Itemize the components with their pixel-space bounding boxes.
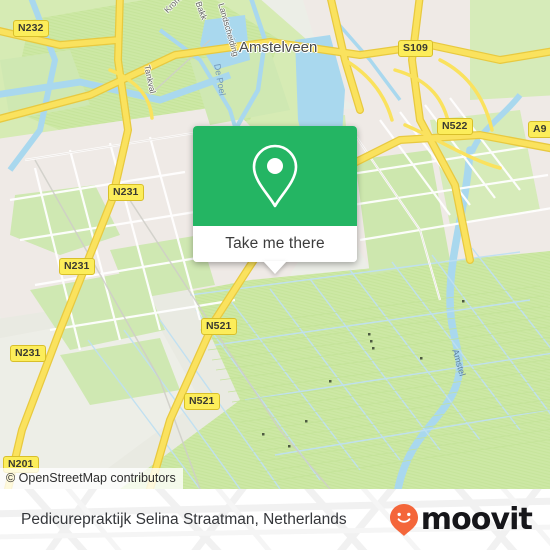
moovit-place-card: Amstelveen De Poel Amstel Kromme Bakk La… <box>0 0 550 550</box>
popup-action-area[interactable]: Take me there <box>193 226 357 262</box>
road-shield-n231-3[interactable]: N231 <box>10 345 46 362</box>
road-shield-s109[interactable]: S109 <box>398 40 433 57</box>
osm-attribution[interactable]: © OpenStreetMap contributors <box>0 468 183 489</box>
road-shield-n231-2[interactable]: N231 <box>59 258 95 275</box>
footer-bar: Pedicurepraktijk Selina Straatman, Nethe… <box>0 489 550 550</box>
place-label-amstelveen: Amstelveen <box>239 39 318 56</box>
road-shield-n521-1[interactable]: N521 <box>201 318 237 335</box>
place-popup-card[interactable]: Take me there <box>193 126 357 274</box>
moovit-wordmark: moovit <box>420 501 533 537</box>
road-shield-n232[interactable]: N232 <box>13 20 49 37</box>
moovit-logo[interactable]: moovit <box>389 501 533 537</box>
moovit-pin-smiley-icon <box>389 503 418 536</box>
map-pin-icon <box>252 144 298 208</box>
map-canvas[interactable]: Amstelveen De Poel Amstel Kromme Bakk La… <box>0 0 550 489</box>
road-shield-n231-1[interactable]: N231 <box>108 184 144 201</box>
page-title: Pedicurepraktijk Selina Straatman, Nethe… <box>21 510 347 528</box>
take-me-there-label: Take me there <box>225 235 325 252</box>
road-shield-a9[interactable]: A9 <box>528 121 550 138</box>
road-shield-n522[interactable]: N522 <box>437 118 473 135</box>
popup-tail <box>263 261 287 274</box>
popup-icon-area <box>193 126 357 226</box>
road-shield-n521-2[interactable]: N521 <box>184 393 220 410</box>
